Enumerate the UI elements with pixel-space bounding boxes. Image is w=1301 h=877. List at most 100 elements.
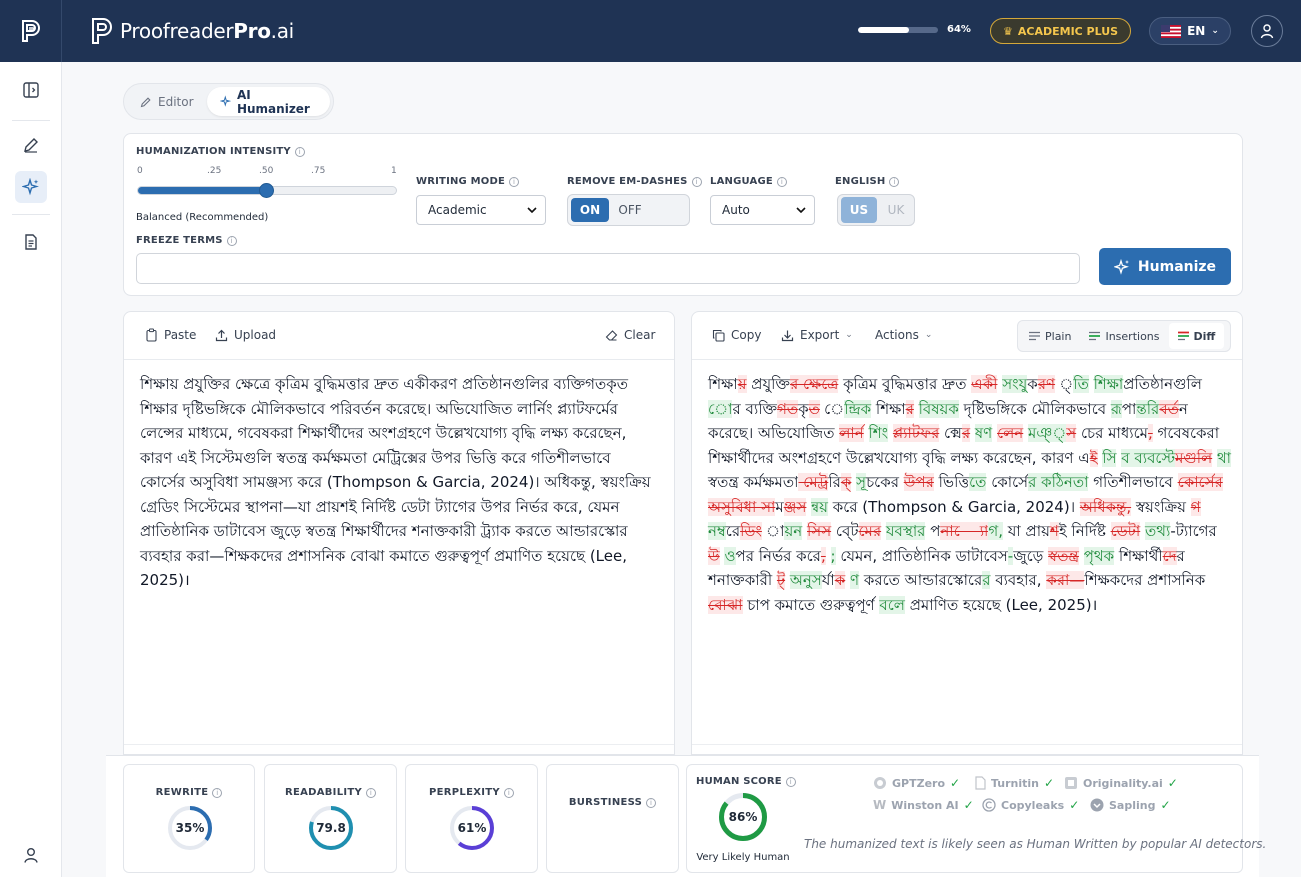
- tick-label: .50: [259, 166, 274, 176]
- view-insertions-option[interactable]: Insertions: [1080, 323, 1168, 349]
- actions-label: Actions: [875, 328, 919, 342]
- panel-footer: [692, 744, 1242, 754]
- info-icon[interactable]: i: [785, 776, 796, 787]
- sidebar-item-humanizer[interactable]: [15, 171, 47, 203]
- language-selector[interactable]: EN ⌄: [1149, 17, 1231, 45]
- metric-card-perplexity: PERPLEXITY i 61%: [405, 764, 538, 873]
- plan-badge[interactable]: ♛ ACADEMIC PLUS: [990, 18, 1132, 44]
- diff-insertion: ষণ: [974, 424, 993, 442]
- diff-unchanged: -ট্যাগের: [1170, 522, 1217, 540]
- info-icon[interactable]: i: [509, 176, 520, 187]
- diff-unchanged: চ: [742, 595, 760, 614]
- brand-text-main: Proofreader: [120, 19, 234, 43]
- upload-icon: [215, 329, 228, 341]
- diff-icon: [1177, 331, 1189, 341]
- sidebar-item-documents[interactable]: [15, 226, 47, 258]
- user-avatar-button[interactable]: [1251, 15, 1283, 47]
- diff-insertion: ণ: [850, 571, 860, 589]
- info-icon[interactable]: i: [776, 176, 787, 187]
- diff-deletion: টেমগুলি: [1175, 448, 1213, 467]
- brand-logo-icon: [92, 18, 112, 44]
- copy-button[interactable]: Copy: [712, 328, 761, 342]
- diff-unchanged: ন: [1178, 399, 1188, 418]
- export-label: Export: [800, 328, 840, 342]
- writing-mode-label: WRITING MODE i: [416, 176, 520, 187]
- info-icon[interactable]: i: [226, 235, 237, 246]
- sidebar-item-editor[interactable]: [15, 129, 47, 161]
- clear-label: Clear: [624, 328, 656, 342]
- diff-unchanged: ক: [939, 424, 962, 442]
- intensity-slider-thumb[interactable]: [259, 183, 274, 198]
- eraser-icon: [605, 329, 618, 341]
- diff-deletion: বর্ত: [1159, 399, 1179, 418]
- metric-title: BURSTINESS i: [547, 797, 678, 808]
- english-uk-option[interactable]: UK: [881, 197, 911, 223]
- info-icon[interactable]: i: [294, 146, 305, 157]
- diff-unchanged: গবেষক: [1152, 424, 1207, 442]
- copy-label: Copy: [731, 328, 762, 342]
- writing-mode-select[interactable]: Academic: [416, 195, 546, 225]
- paste-button[interactable]: Paste: [145, 328, 196, 342]
- diff-unchanged: প্রমাণিত হয়েছে (Lee, 2025)।: [904, 595, 1098, 614]
- tab-editor[interactable]: Editor: [127, 87, 207, 116]
- clear-button[interactable]: Clear: [605, 328, 655, 342]
- language-select[interactable]: Auto: [710, 195, 815, 225]
- diff-insertion: স: [1102, 448, 1117, 467]
- diff-insertion: থা: [1216, 448, 1232, 467]
- detector-name: Sapling: [1109, 798, 1156, 812]
- diff-insertion: ন্: [811, 497, 820, 516]
- english-label: ENGLISH i: [835, 176, 900, 187]
- sidebar-toggle-button[interactable]: [15, 74, 47, 106]
- info-icon[interactable]: i: [691, 176, 702, 187]
- diff-deletion: ্যাক: [834, 571, 846, 589]
- english-variant-toggle[interactable]: US UK: [837, 194, 915, 226]
- clipboard-icon: [146, 328, 157, 342]
- brand-name[interactable]: Proofreader Pro .ai: [90, 17, 294, 45]
- view-diff-option[interactable]: Diff: [1168, 323, 1225, 349]
- diff-insertion: ো: [708, 399, 733, 418]
- info-icon[interactable]: i: [212, 787, 223, 798]
- freeze-terms-input[interactable]: [136, 253, 1080, 284]
- app-logo[interactable]: [0, 0, 62, 62]
- intensity-slider[interactable]: [137, 183, 397, 198]
- metric-title: READABILITY i: [265, 787, 396, 798]
- diff-insertion: বিষয়ক: [918, 399, 959, 418]
- language-code: EN: [1187, 24, 1206, 38]
- human-score-card: HUMAN SCORE i 86% Very Likely Human GPTZ…: [686, 764, 1266, 873]
- check-icon: ✓: [1044, 776, 1055, 790]
- tab-ai-humanizer[interactable]: AI Humanizer: [206, 87, 330, 116]
- em-dash-toggle[interactable]: ON OFF: [567, 194, 690, 226]
- export-button[interactable]: Export ⌄: [781, 328, 853, 342]
- diff-deletion: না—: [940, 522, 989, 540]
- em-dash-on-option[interactable]: ON: [571, 198, 609, 222]
- metric-ring: 61%: [449, 805, 495, 851]
- sidebar-item-account[interactable]: [15, 839, 47, 871]
- diff-deletion: টেমের: [858, 522, 882, 540]
- diff-unchanged: চ: [1076, 424, 1096, 442]
- input-text[interactable]: শিক্ষায় প্রযুক্তির ক্ষেত্রে কৃত্রিম বুদ…: [140, 372, 660, 593]
- detector-name: Winston AI: [891, 798, 959, 812]
- em-dash-off-option[interactable]: OFF: [613, 198, 647, 222]
- info-icon[interactable]: i: [889, 176, 900, 187]
- view-plain-option[interactable]: Plain: [1020, 323, 1080, 349]
- humanize-button[interactable]: Humanize: [1099, 248, 1231, 285]
- pen-icon: [140, 96, 151, 107]
- upload-label: Upload: [234, 328, 277, 342]
- view-plain-label: Plain: [1045, 329, 1072, 343]
- humanizer-settings: HUMANIZATION INTENSITY i 0 .25 .50 .75 1…: [123, 133, 1243, 296]
- intensity-ticks: 0 .25 .50 .75 1: [137, 166, 397, 178]
- info-icon[interactable]: i: [366, 787, 377, 798]
- info-icon[interactable]: i: [503, 787, 514, 798]
- diff-unchanged: ্বর: [725, 522, 741, 540]
- diff-unchanged: শিক্ষা: [871, 399, 906, 418]
- upload-button[interactable]: Upload: [215, 328, 276, 342]
- info-icon[interactable]: i: [646, 797, 657, 808]
- view-diff-label: Diff: [1193, 329, 1216, 343]
- diff-insertion: পৃথক: [1083, 546, 1115, 565]
- actions-menu-button[interactable]: Actions ⌄: [875, 328, 932, 342]
- english-us-option[interactable]: US: [841, 197, 877, 223]
- output-diff-text[interactable]: শিক্ষায় প্রযুক্তির ক্ষেত্রে কৃত্রিম বুদ…: [708, 372, 1233, 617]
- diff-deletion: স্বতন্ত্র: [1048, 546, 1079, 565]
- em-dash-label: REMOVE EM-DASHES i: [567, 176, 702, 187]
- diff-unchanged: ক: [986, 473, 1013, 491]
